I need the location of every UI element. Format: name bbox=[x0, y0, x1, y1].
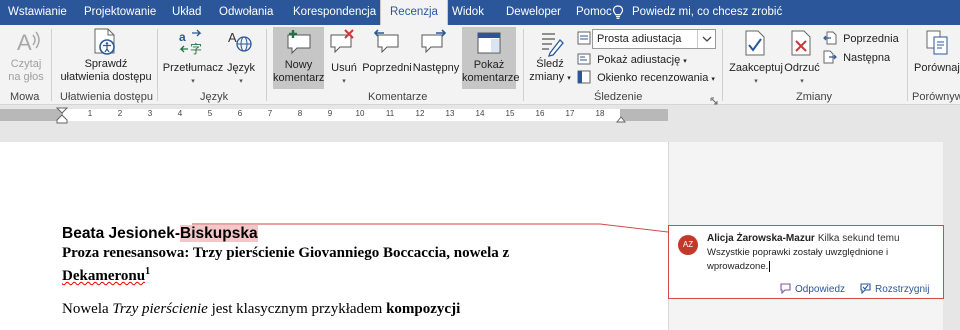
subtitle-line-1[interactable]: Proza renesansowa: Trzy pierścienie Giov… bbox=[62, 245, 509, 262]
comment-author: Alicja Żarowska-Mazur bbox=[707, 233, 815, 244]
resolve-label: Rozstrzygnij bbox=[875, 284, 930, 295]
comment-timestamp: Kilka sekund temu bbox=[817, 233, 900, 244]
reply-icon bbox=[780, 283, 791, 295]
comment-card[interactable]: AZ Alicja Żarowska-Mazur Kilka sekund tem… bbox=[668, 225, 944, 299]
author-name-text: Beata Jesionek- bbox=[62, 225, 181, 242]
footnote-ref[interactable]: 1 bbox=[145, 266, 150, 277]
comment-text[interactable]: Wszystkie poprawki zostały uwzględnione … bbox=[707, 246, 935, 274]
body-bold: kompozycji bbox=[386, 301, 461, 317]
body-text: Nowela bbox=[62, 301, 113, 317]
reply-button[interactable]: Odpowiedz bbox=[779, 282, 845, 295]
comment-text-line: Wszystkie poprawki zostały uwzględnione … bbox=[707, 247, 889, 258]
body-paragraph[interactable]: Nowela Trzy pierścienie jest klasycznym … bbox=[62, 301, 460, 318]
text-cursor bbox=[769, 261, 771, 272]
subtitle-word: Dekameronu bbox=[62, 268, 146, 284]
commented-text[interactable]: Biskupska bbox=[180, 225, 258, 242]
comment-text-line: wprowadzone. bbox=[707, 261, 769, 272]
resolve-button[interactable]: Rozstrzygnij bbox=[859, 282, 929, 295]
avatar: AZ bbox=[678, 235, 698, 255]
word-window: Wstawianie Projektowanie Układ Odwołania… bbox=[0, 0, 960, 330]
resolve-icon bbox=[860, 283, 871, 295]
body-text: jest klasycznym przykładem bbox=[207, 301, 387, 317]
author-heading[interactable]: Beata Jesionek-Biskupska bbox=[62, 225, 258, 243]
comment-header: Alicja Żarowska-Mazur Kilka sekund temu bbox=[707, 233, 900, 244]
subtitle-line-2[interactable]: Dekameronu1 bbox=[62, 266, 150, 285]
body-italic: Trzy pierścienie bbox=[112, 301, 208, 317]
reply-label: Odpowiedz bbox=[795, 284, 846, 295]
